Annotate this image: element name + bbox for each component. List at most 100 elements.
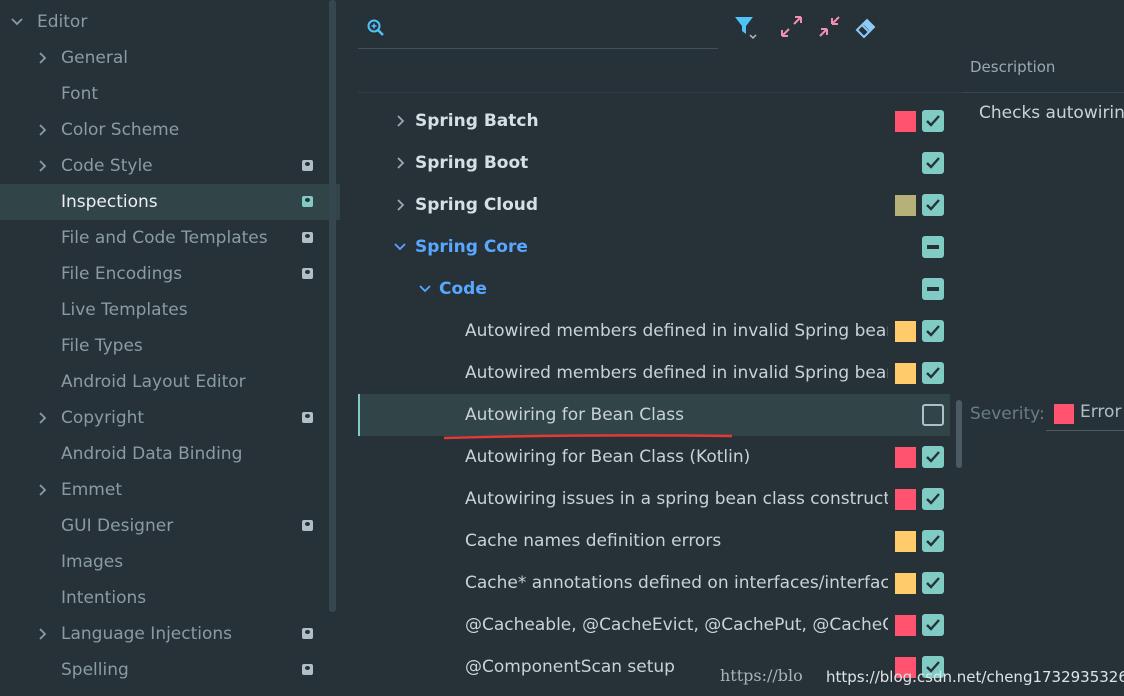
enable-checkbox[interactable] (922, 110, 944, 132)
partial-checkbox[interactable] (922, 278, 944, 300)
inspection-label: Spring Core (415, 237, 528, 257)
filter-icon[interactable] (733, 14, 759, 40)
sidebar-item-font[interactable]: Font (0, 76, 340, 112)
sidebar-item-label: File Types (61, 336, 143, 356)
partial-checkbox[interactable] (922, 236, 944, 258)
sidebar-item-android-data-binding[interactable]: Android Data Binding (0, 436, 340, 472)
sidebar-item-code-style[interactable]: Code Style (0, 148, 340, 184)
sidebar-item-copyright[interactable]: Copyright (0, 400, 340, 436)
watermark-url: https://blog.csdn.net/cheng17329353267 (826, 668, 1124, 686)
severity-color-swatch (895, 489, 916, 510)
inspection-row[interactable]: Autowiring for Bean Class (358, 394, 950, 436)
collapse-all-icon[interactable] (817, 14, 843, 40)
sidebar-item-label: General (61, 48, 128, 68)
project-scope-icon (302, 196, 313, 207)
sidebar-item-gui-designer[interactable]: GUI Designer (0, 508, 340, 544)
reset-eraser-icon[interactable] (853, 14, 879, 40)
severity-value: Error (1080, 402, 1122, 422)
project-scope-icon (302, 232, 313, 243)
sidebar-item-emmet[interactable]: Emmet (0, 472, 340, 508)
enable-checkbox[interactable] (922, 362, 944, 384)
sidebar-item-images[interactable]: Images (0, 544, 340, 580)
severity-dropdown[interactable]: Error (1046, 398, 1124, 431)
inspection-label: Cache names definition errors (465, 531, 722, 551)
description-header: Description (970, 58, 1056, 76)
enable-checkbox[interactable] (922, 152, 944, 174)
inspection-label: Spring Cloud (415, 195, 539, 215)
inspection-label: Cache* annotations defined on interfaces… (465, 573, 888, 593)
severity-color-swatch (895, 531, 916, 552)
sidebar-scrollbar[interactable] (329, 0, 336, 612)
enable-checkbox[interactable] (922, 530, 944, 552)
sidebar-item-file-and-code-templates[interactable]: File and Code Templates (0, 220, 340, 256)
sidebar-item-label: Color Scheme (61, 120, 180, 140)
inspection-row[interactable]: Autowired members defined in invalid Spr… (358, 310, 950, 352)
severity-label: Severity: (970, 404, 1045, 424)
sidebar-item-language-injections[interactable]: Language Injections (0, 616, 340, 652)
sidebar-item-android-layout-editor[interactable]: Android Layout Editor (0, 364, 340, 400)
severity-color-swatch (895, 363, 916, 384)
description-panel: Description Checks autowiring Severity: … (964, 50, 1124, 696)
inspection-label: Code (439, 279, 487, 299)
sidebar-item-general[interactable]: General (0, 40, 340, 76)
project-scope-icon (302, 520, 313, 531)
sidebar-item-label: Code Style (61, 156, 153, 176)
enable-checkbox[interactable] (922, 446, 944, 468)
inspection-row[interactable]: Spring Batch (358, 100, 950, 142)
inspection-row[interactable]: Cache names definition errors (358, 520, 950, 562)
inspection-row[interactable]: @Cacheable, @CacheEvict, @CachePut, @Cac… (358, 604, 950, 646)
inspections-tree-panel: Spring Batch Spring Boot Spring Cloud Sprin… (358, 0, 964, 696)
enable-checkbox[interactable] (922, 404, 944, 426)
sidebar-item-label: File and Code Templates (61, 228, 268, 248)
sidebar-item-live-templates[interactable]: Live Templates (0, 292, 340, 328)
inspection-row[interactable]: Spring Boot (358, 142, 950, 184)
sidebar-item-label: Inspections (61, 192, 158, 212)
inspection-row[interactable]: Autowiring issues in a spring bean class… (358, 478, 950, 520)
sidebar-item-label: GUI Designer (61, 516, 174, 536)
sidebar-item-label: Live Templates (61, 300, 188, 320)
sidebar-item-file-encodings[interactable]: File Encodings (0, 256, 340, 292)
severity-color-swatch (895, 615, 916, 636)
expand-all-icon[interactable] (779, 14, 805, 40)
enable-checkbox[interactable] (922, 488, 944, 510)
enable-checkbox[interactable] (922, 614, 944, 636)
inspection-label: @ComponentScan setup (465, 657, 675, 677)
sidebar-item-label: Android Data Binding (61, 444, 243, 464)
sidebar-item-label: Spelling (61, 660, 129, 680)
severity-color-swatch (1054, 404, 1074, 424)
red-underline-annotation (443, 434, 733, 440)
search-icon (366, 18, 386, 38)
sidebar-item-label: Editor (37, 12, 88, 32)
inspection-label: @Cacheable, @CacheEvict, @CachePut, @Cac… (465, 615, 888, 635)
enable-checkbox[interactable] (922, 572, 944, 594)
inspection-row[interactable]: Code (358, 268, 950, 310)
inspection-label: Spring Batch (415, 111, 539, 131)
sidebar-item-label: Emmet (61, 480, 122, 500)
inspection-label: Autowired members defined in invalid Spr… (465, 321, 888, 341)
search-field[interactable] (358, 8, 718, 49)
enable-checkbox[interactable] (922, 320, 944, 342)
tree-scrollbar[interactable] (956, 400, 962, 468)
inspection-row[interactable]: Spring Cloud (358, 184, 950, 226)
project-scope-icon (302, 160, 313, 171)
settings-sidebar: Editor General Font Color Scheme Code Style… (0, 0, 340, 696)
severity-color-swatch (895, 321, 916, 342)
sidebar-item-color-scheme[interactable]: Color Scheme (0, 112, 340, 148)
sidebar-item-inspections[interactable]: Inspections (0, 184, 340, 220)
sidebar-item-spelling[interactable]: Spelling (0, 652, 340, 688)
project-scope-icon (302, 268, 313, 279)
sidebar-item-label: Images (61, 552, 124, 572)
sidebar-item-file-types[interactable]: File Types (0, 328, 340, 364)
watermark-text: https://blo (720, 666, 803, 685)
inspection-row[interactable]: Cache* annotations defined on interfaces… (358, 562, 950, 604)
sidebar-item-label: Android Layout Editor (61, 372, 246, 392)
severity-color-swatch (895, 111, 916, 132)
severity-color-swatch (895, 447, 916, 468)
enable-checkbox[interactable] (922, 194, 944, 216)
sidebar-item-label: Copyright (61, 408, 145, 428)
sidebar-item-editor[interactable]: Editor (0, 4, 340, 40)
sidebar-item-intentions[interactable]: Intentions (0, 580, 340, 616)
inspection-label: Spring Boot (415, 153, 529, 173)
inspection-row[interactable]: Autowired members defined in invalid Spr… (358, 352, 950, 394)
inspection-row[interactable]: Spring Core (358, 226, 950, 268)
